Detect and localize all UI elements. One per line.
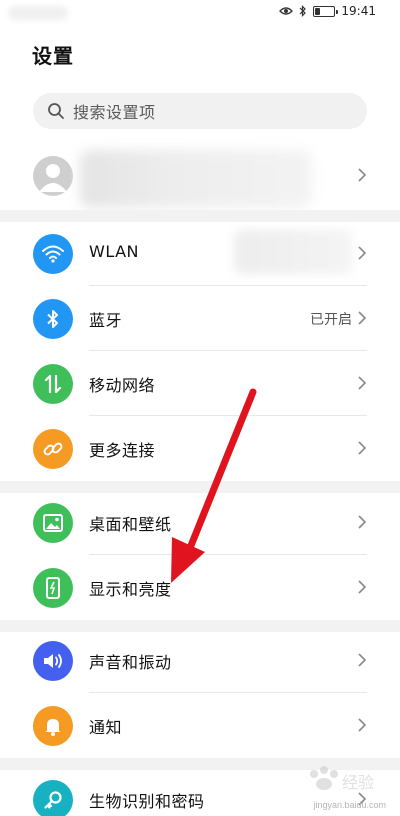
item-label: 显示和亮度: [89, 580, 172, 599]
search-input[interactable]: 搜索设置项: [33, 93, 367, 129]
settings-item-notifications[interactable]: 通知: [0, 693, 400, 758]
status-time: 19:41: [341, 4, 376, 18]
item-label: 移动网络: [89, 376, 156, 395]
key-icon: [33, 780, 73, 816]
speaker-icon: [33, 641, 73, 681]
settings-item-sound-vibration[interactable]: 声音和振动: [0, 628, 400, 693]
settings-item-more-connections[interactable]: 更多连接: [0, 416, 400, 481]
settings-item-wlan[interactable]: WLAN: [0, 221, 400, 286]
search-placeholder: 搜索设置项: [73, 103, 156, 122]
item-label: 通知: [89, 718, 123, 737]
chevron-right-icon: [358, 653, 366, 667]
account-row[interactable]: [0, 148, 400, 208]
item-label: 桌面和壁纸: [89, 515, 172, 534]
baidu-watermark-logo: 经验: [310, 766, 374, 792]
chevron-right-icon: [358, 441, 366, 455]
page-title: 设置: [32, 44, 74, 68]
item-label: 生物识别和密码: [89, 792, 205, 811]
bluetooth-status-icon: [299, 5, 307, 17]
status-left-blurred: [8, 6, 68, 20]
eye-icon: [279, 7, 294, 15]
wifi-icon: [33, 234, 73, 274]
settings-item-bluetooth[interactable]: 蓝牙 已开启: [0, 286, 400, 351]
settings-item-wallpaper[interactable]: 桌面和壁纸: [0, 490, 400, 555]
status-icons: 19:41: [279, 4, 376, 18]
battery-icon: [313, 5, 339, 17]
item-label: 更多连接: [89, 441, 156, 460]
account-name-blurred: [80, 150, 312, 208]
chevron-right-icon: [358, 168, 366, 182]
settings-item-mobile-network[interactable]: 移动网络: [0, 351, 400, 416]
search-icon: [48, 103, 64, 119]
bluetooth-icon: [33, 299, 73, 339]
link-icon: [33, 429, 73, 469]
chevron-right-icon: [358, 246, 366, 260]
item-label: 蓝牙: [89, 311, 123, 330]
user-icon: [39, 164, 67, 192]
settings-item-display-brightness[interactable]: 显示和亮度: [0, 555, 400, 620]
avatar: [33, 156, 73, 196]
status-bar: 19:41: [0, 0, 400, 26]
chevron-right-icon: [358, 376, 366, 390]
mobile-data-icon: [33, 364, 73, 404]
svg-text:经验: 经验: [342, 773, 374, 792]
watermark-text: jingyan.baidu.com: [313, 800, 386, 810]
chevron-right-icon: [358, 311, 366, 325]
image-icon: [33, 503, 73, 543]
item-label: 声音和振动: [89, 653, 172, 672]
chevron-right-icon: [358, 515, 366, 529]
phone-display-icon: [33, 568, 73, 608]
wlan-network-blurred: [234, 230, 352, 274]
bluetooth-status: 已开启: [310, 312, 352, 328]
bell-icon: [33, 706, 73, 746]
chevron-right-icon: [358, 718, 366, 732]
item-label: WLAN: [89, 242, 140, 261]
chevron-right-icon: [358, 580, 366, 594]
